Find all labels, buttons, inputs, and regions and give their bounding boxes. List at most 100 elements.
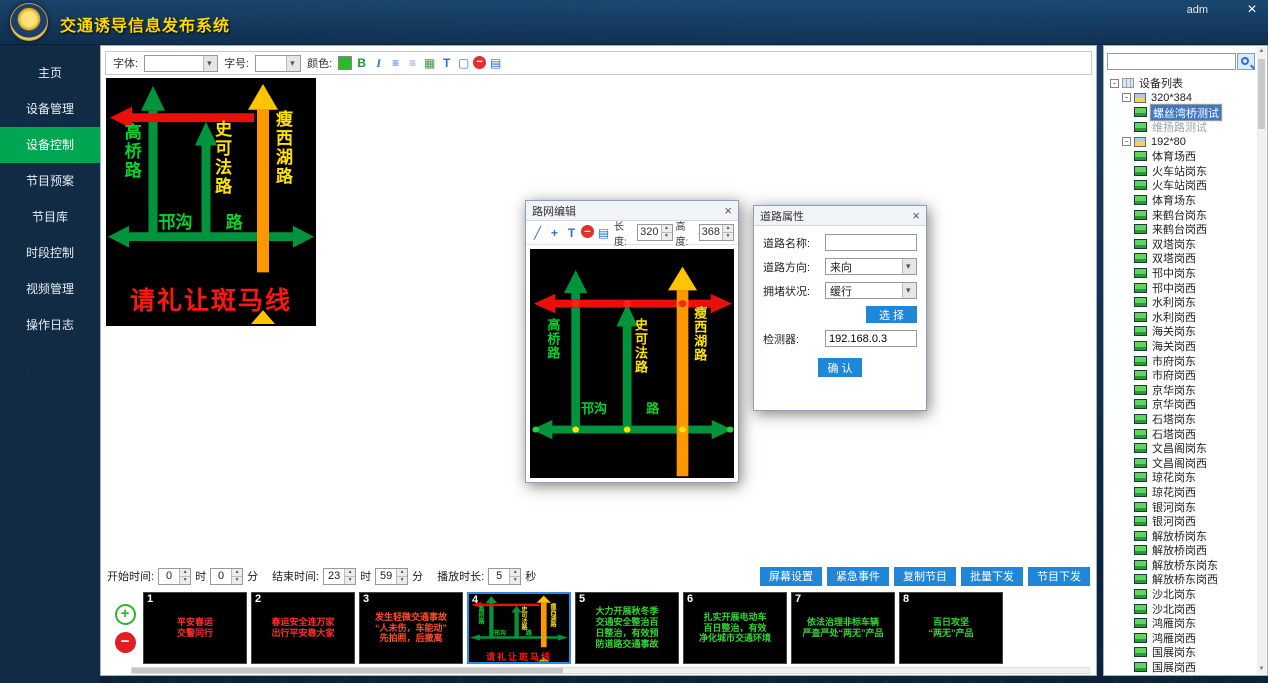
tree-device[interactable]: 解放桥东岗东: [1106, 558, 1256, 573]
tree-device[interactable]: 解放桥东岗西: [1106, 572, 1256, 587]
tree-item-label[interactable]: 鸿雁岗东: [1150, 615, 1198, 631]
height-spinner[interactable]: 368▲▼: [699, 224, 734, 241]
tree-item-label[interactable]: 解放桥东岗东: [1150, 557, 1220, 573]
delete-icon[interactable]: −: [473, 56, 486, 69]
tree-group[interactable]: -192*80: [1106, 134, 1256, 149]
action-button[interactable]: 紧急事件: [827, 567, 889, 586]
tree-device[interactable]: 文昌阁岗东: [1106, 441, 1256, 456]
end-minute-spinner[interactable]: 59▲▼: [375, 568, 408, 585]
scrollbar-thumb[interactable]: [132, 668, 563, 673]
spin-down-icon[interactable]: ▼: [180, 576, 190, 584]
roadnet-canvas[interactable]: 高桥路史可法路瘦西湖路邗沟路: [530, 249, 734, 478]
tree-item-label[interactable]: 解放桥岗西: [1150, 542, 1209, 558]
sidebar-item[interactable]: 主页: [0, 55, 100, 91]
tree-item-label[interactable]: 来鹤台岗西: [1150, 221, 1209, 237]
spin-up-icon[interactable]: ▲: [232, 569, 242, 576]
action-button[interactable]: 节目下发: [1028, 567, 1090, 586]
spin-up-icon[interactable]: ▲: [510, 569, 520, 576]
tree-item-label[interactable]: 邗中岗东: [1150, 265, 1198, 281]
tree-device[interactable]: 鸿雁岗东: [1106, 616, 1256, 631]
tree-device[interactable]: 石塔岗东: [1106, 412, 1256, 427]
tree-expander-icon[interactable]: -: [1110, 79, 1119, 88]
tree-device[interactable]: 体育场东: [1106, 193, 1256, 208]
tree-expander-icon[interactable]: -: [1122, 93, 1131, 102]
road-direction-select[interactable]: 来向: [825, 258, 917, 275]
tree-device[interactable]: 解放桥岗西: [1106, 543, 1256, 558]
led-preview[interactable]: 高桥路史可法路瘦西湖路邗沟路请礼让斑马线: [106, 78, 316, 326]
tree-item-label[interactable]: 双塔岗东: [1150, 236, 1198, 252]
end-hour-spinner[interactable]: 23▲▼: [323, 568, 356, 585]
tree-device[interactable]: 解放桥岗东: [1106, 528, 1256, 543]
road-props-titlebar[interactable]: 道路属性 ×: [754, 206, 926, 226]
tree-item-label[interactable]: 国展岗东: [1150, 644, 1198, 660]
tree-device[interactable]: 水利岗西: [1106, 310, 1256, 325]
tree-device[interactable]: 琼花岗东: [1106, 470, 1256, 485]
move-node-icon[interactable]: +: [547, 225, 562, 240]
spin-down-icon[interactable]: ▼: [345, 576, 355, 584]
spin-down-icon[interactable]: ▼: [232, 576, 242, 584]
program-thumbnail[interactable]: 6扎实开展电动车百日整治，有效净化城市交通环境: [683, 592, 787, 664]
tree-scrollbar[interactable]: ▲ ▼: [1257, 47, 1266, 674]
action-button[interactable]: 复制节目: [894, 567, 956, 586]
start-hour-spinner[interactable]: 0▲▼: [158, 568, 191, 585]
save-icon[interactable]: ▤: [488, 56, 503, 71]
tree-device[interactable]: 琼花岗西: [1106, 485, 1256, 500]
tree-item-label[interactable]: 设备列表: [1137, 76, 1185, 91]
bold-button[interactable]: B: [354, 56, 369, 71]
italic-button[interactable]: I: [371, 56, 386, 71]
sidebar-item[interactable]: 时段控制: [0, 235, 100, 271]
tree-group[interactable]: -320*384: [1106, 91, 1256, 106]
draw-line-icon[interactable]: ╱: [530, 225, 545, 240]
tree-item-label[interactable]: 解放桥岗东: [1150, 528, 1209, 544]
close-icon[interactable]: ×: [1242, 1, 1262, 19]
tree-item-label[interactable]: 沙北岗西: [1150, 601, 1198, 617]
tree-device[interactable]: 邗中岗东: [1106, 266, 1256, 281]
tree-device[interactable]: 石塔岗西: [1106, 426, 1256, 441]
tree-item-label[interactable]: 192*80: [1149, 136, 1188, 148]
tree-item-label[interactable]: 海关岗东: [1150, 323, 1198, 339]
tree-item-label[interactable]: 银河岗西: [1150, 513, 1198, 529]
scrollbar-thumb[interactable]: [1258, 59, 1265, 129]
sidebar-item[interactable]: 节目预案: [0, 163, 100, 199]
select-detector-button[interactable]: 选 择: [866, 306, 917, 323]
insert-text-icon[interactable]: T: [439, 56, 454, 71]
save-icon[interactable]: ▤: [596, 225, 611, 240]
program-thumbnail[interactable]: 3发生轻微交通事故“人未伤，车能动”先拍照，后撤离: [359, 592, 463, 664]
font-size-select[interactable]: [255, 55, 301, 72]
close-icon[interactable]: ×: [912, 208, 920, 223]
tree-device[interactable]: 火车站岗西: [1106, 178, 1256, 193]
close-icon[interactable]: ×: [724, 203, 732, 218]
program-thumbnail[interactable]: 8百日攻坚“两无”产品: [899, 592, 1003, 664]
program-thumbnail[interactable]: 4高桥路史可法路瘦西湖路邗沟路请礼让斑马线: [467, 592, 571, 664]
spin-down-icon[interactable]: ▼: [662, 232, 672, 240]
scroll-down-icon[interactable]: ▼: [1257, 665, 1266, 674]
spin-up-icon[interactable]: ▲: [662, 225, 672, 232]
insert-image-icon[interactable]: ▦: [422, 56, 437, 71]
tree-item-label[interactable]: 体育场西: [1150, 148, 1198, 164]
tree-item-label[interactable]: 体育场东: [1150, 192, 1198, 208]
tree-device[interactable]: 螺丝湾桥测试: [1106, 105, 1256, 120]
tree-item-label[interactable]: 维扬路测试: [1150, 119, 1209, 135]
detector-input[interactable]: [825, 330, 917, 347]
tree-device[interactable]: 市府岗东: [1106, 353, 1256, 368]
spin-down-icon[interactable]: ▼: [397, 576, 407, 584]
tree-item-label[interactable]: 琼花岗东: [1150, 469, 1198, 485]
tree-item-label[interactable]: 市府岗西: [1150, 367, 1198, 383]
tree-item-label[interactable]: 京华岗东: [1150, 382, 1198, 398]
tree-item-label[interactable]: 邗中岗西: [1150, 280, 1198, 296]
tree-item-label[interactable]: 沙北岗东: [1150, 586, 1198, 602]
tree-device[interactable]: 国展岗东: [1106, 645, 1256, 660]
duration-spinner[interactable]: 5▲▼: [488, 568, 521, 585]
tree-device[interactable]: 来鹤台岗西: [1106, 222, 1256, 237]
tree-item-label[interactable]: 火车站岗东: [1150, 163, 1209, 179]
search-button[interactable]: [1237, 53, 1255, 70]
tree-item-label[interactable]: 文昌阁岗西: [1150, 455, 1209, 471]
road-name-input[interactable]: [825, 234, 917, 251]
spin-up-icon[interactable]: ▲: [345, 569, 355, 576]
tree-item-label[interactable]: 石塔岗东: [1150, 411, 1198, 427]
delete-icon[interactable]: −: [581, 225, 594, 238]
tree-item-label[interactable]: 火车站岗西: [1150, 177, 1209, 193]
action-button[interactable]: 批量下发: [961, 567, 1023, 586]
tree-device[interactable]: 体育场西: [1106, 149, 1256, 164]
tree-device[interactable]: 水利岗东: [1106, 295, 1256, 310]
